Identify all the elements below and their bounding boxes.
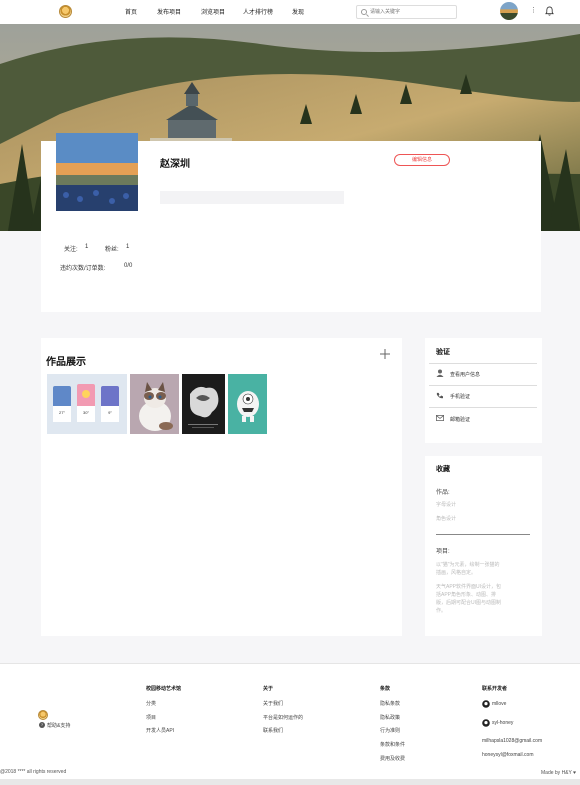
- phone-verify-link[interactable]: 手机验证: [450, 393, 470, 400]
- temp-label: 9°: [108, 410, 112, 415]
- favorite-work-item[interactable]: 角色设计: [436, 515, 456, 523]
- divider: [429, 407, 537, 408]
- footer-link[interactable]: 行为准则: [380, 727, 400, 734]
- verify-title: 验证: [436, 349, 450, 356]
- developer-github-link[interactable]: mllove: [492, 701, 506, 707]
- works-title: 作品展示: [46, 357, 86, 368]
- edit-profile-button[interactable]: 编辑信息: [394, 154, 450, 166]
- bio-placeholder: [160, 191, 344, 204]
- favorite-projects-label: 项目:: [436, 549, 450, 555]
- monster-character-thumbnail: [228, 374, 267, 434]
- weather-app-thumbnail: 27° 30° 9°: [53, 384, 119, 422]
- copyright: @2018 **** all rights reserved: [0, 769, 67, 775]
- user-avatar[interactable]: [500, 2, 518, 20]
- more-options-icon[interactable]: ⋮: [530, 6, 537, 14]
- search-input[interactable]: [370, 7, 454, 17]
- divider: [429, 385, 537, 386]
- fans-count[interactable]: 1: [126, 244, 129, 250]
- user-icon: [436, 369, 444, 377]
- work-thumbnail[interactable]: [228, 374, 267, 434]
- nav-discover[interactable]: 发现: [292, 7, 304, 16]
- developer-email-link[interactable]: milhapsla1028@gmail.com: [482, 738, 542, 744]
- footer-link[interactable]: 隐私条款: [380, 700, 400, 707]
- favorite-works-label: 作品:: [436, 490, 450, 496]
- nav-home[interactable]: 首页: [125, 7, 137, 16]
- project-text-line: 天气APP软件界面UI设计，包: [436, 584, 502, 590]
- project-text-line: 以"猫"为元素，绘制一张猫的: [436, 562, 500, 568]
- phone-icon: [436, 392, 443, 399]
- favorite-project-item[interactable]: 以"猫"为元素，绘制一张猫的 插画，风格自定。: [436, 561, 500, 577]
- divider: [429, 363, 537, 364]
- footer-column-head: 关于: [263, 686, 274, 692]
- footer-link[interactable]: 关于我们: [263, 700, 283, 707]
- footer-column-head: 校园移动艺术馆: [146, 686, 182, 692]
- profile-name: 赵深圳: [160, 159, 190, 170]
- view-user-info-link[interactable]: 查看用户信息: [450, 371, 480, 378]
- footer-column-head: 联系开发者: [482, 686, 508, 692]
- work-thumbnail[interactable]: [182, 374, 225, 434]
- footer-logo-icon[interactable]: [38, 710, 48, 720]
- work-thumbnail[interactable]: 27° 30° 9°: [47, 374, 127, 434]
- violations-label: 违约次数/订单数:: [60, 266, 106, 272]
- add-work-icon[interactable]: [378, 347, 392, 361]
- favorite-work-item[interactable]: 字母设计: [436, 501, 456, 509]
- project-text-line: 版，后期可配合UI图与动图制: [436, 600, 502, 606]
- footer-link[interactable]: 费用及收费: [380, 755, 405, 762]
- profile-photo: [56, 133, 138, 211]
- favorite-project-item[interactable]: 天气APP软件界面UI设计，包 括APP角色形象、动图、排 版，后期可配合UI图…: [436, 583, 501, 615]
- email-verify-link[interactable]: 邮箱验证: [450, 416, 470, 423]
- footer-link[interactable]: 分类: [146, 700, 156, 707]
- developer-email-link[interactable]: honeysyl@foxmail.com: [482, 752, 533, 758]
- footer: ? 帮助&支持 校园移动艺术馆 分类 项目 开发人员API 关于 关于我们 平台…: [0, 663, 580, 785]
- project-text-line: 插画，风格自定。: [436, 570, 477, 576]
- project-text-line: 作。: [436, 608, 447, 614]
- footer-link[interactable]: 开发人员API: [146, 727, 174, 734]
- search-icon: [361, 9, 367, 15]
- help-icon: ?: [39, 722, 45, 728]
- footer-link[interactable]: 条款和条件: [380, 741, 405, 748]
- work-thumbnail[interactable]: [130, 374, 179, 434]
- bell-icon[interactable]: [545, 6, 554, 16]
- cat-illustration-thumbnail: [139, 382, 173, 431]
- nav-publish-project[interactable]: 发布项目: [157, 7, 181, 16]
- temp-label: 27°: [59, 410, 65, 415]
- divider: [436, 534, 530, 535]
- developer-github-link[interactable]: syl-honey: [492, 720, 513, 726]
- footer-link[interactable]: 联系我们: [263, 727, 283, 734]
- github-icon: [482, 719, 490, 727]
- top-nav: 首页 发布项目 浏览项目 人才排行榜 发现 ⋮: [0, 0, 580, 24]
- mail-icon: [436, 415, 444, 421]
- nav-talent-ranking[interactable]: 人才排行榜: [243, 7, 273, 16]
- github-icon: [482, 700, 490, 708]
- favorites-title: 收藏: [436, 466, 450, 473]
- follow-label: 关注:: [64, 247, 78, 253]
- follow-count[interactable]: 1: [85, 244, 88, 250]
- dark-poster-thumbnail: [182, 374, 225, 434]
- project-text-line: 括APP角色形象、动图、排: [436, 592, 497, 598]
- footer-link[interactable]: 隐私政策: [380, 714, 400, 721]
- footer-link[interactable]: 平台是如何运作的: [263, 714, 303, 721]
- made-by: Made by H&Y ♥: [541, 770, 577, 776]
- violations-value: 0/0: [124, 263, 133, 269]
- nav-browse-projects[interactable]: 浏览项目: [201, 7, 225, 16]
- footer-link[interactable]: 项目: [146, 714, 156, 721]
- temp-label: 30°: [83, 410, 89, 415]
- footer-column-head: 条款: [380, 686, 391, 692]
- logo-icon[interactable]: [59, 5, 72, 18]
- bottom-scroll-bar[interactable]: [0, 779, 580, 785]
- search-box[interactable]: [356, 5, 457, 19]
- help-support-link[interactable]: 帮助&支持: [47, 722, 70, 729]
- fans-label: 粉丝:: [105, 247, 119, 253]
